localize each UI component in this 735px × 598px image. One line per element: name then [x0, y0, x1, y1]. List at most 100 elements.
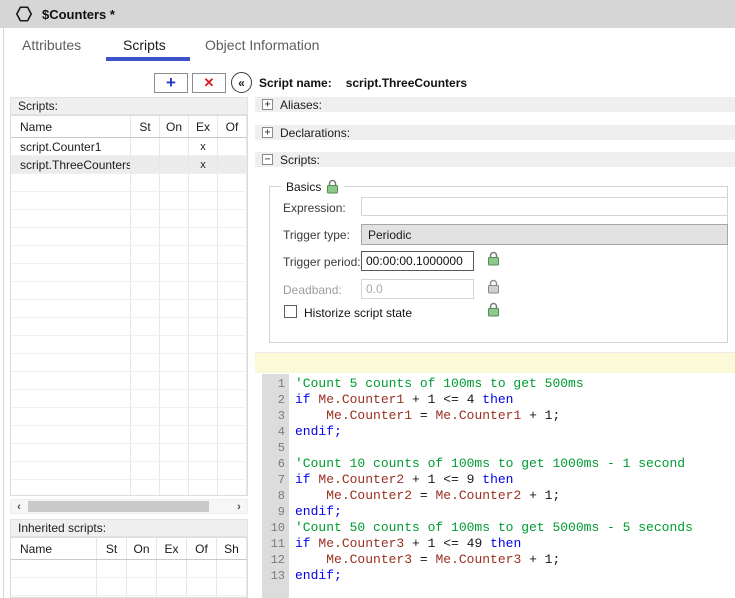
scrollbar-thumb[interactable]	[28, 501, 209, 512]
code-line[interactable]: endif;	[295, 568, 735, 584]
inherited-table-body	[11, 560, 247, 598]
script-row-empty[interactable]	[11, 228, 247, 246]
code-token	[295, 488, 326, 503]
line-number: 3	[262, 408, 285, 424]
code-line[interactable]: Me.Counter1 = Me.Counter1 + 1;	[295, 408, 735, 424]
column-header-name[interactable]: Name	[11, 116, 131, 137]
script-cell	[218, 210, 247, 227]
script-row-empty[interactable]	[11, 462, 247, 480]
code-token: then	[482, 472, 513, 487]
deadband-input[interactable]	[361, 279, 474, 299]
code-line[interactable]: if Me.Counter1 + 1 <= 4 then	[295, 392, 735, 408]
code-line[interactable]: if Me.Counter2 + 1 <= 9 then	[295, 472, 735, 488]
code-token: if	[295, 392, 311, 407]
script-cell	[189, 264, 218, 281]
column-header-st[interactable]: St	[97, 538, 127, 559]
code-line[interactable]: 'Count 50 counts of 100ms to get 5000ms …	[295, 520, 735, 536]
delete-script-button[interactable]: ✕	[192, 73, 226, 93]
line-number: 2	[262, 392, 285, 408]
script-row-empty[interactable]	[11, 408, 247, 426]
script-row[interactable]: script.Counter1x	[11, 138, 247, 156]
tab-scripts[interactable]: Scripts	[123, 37, 166, 53]
inherited-row-empty[interactable]	[11, 560, 247, 578]
inherited-cell	[97, 560, 127, 577]
code-token: + 1 <= 4	[404, 392, 482, 407]
expand-icon[interactable]: +	[262, 127, 273, 138]
historize-label: Historize script state	[304, 306, 412, 320]
script-row-empty[interactable]	[11, 174, 247, 192]
collapse-icon[interactable]: −	[262, 154, 273, 165]
script-row-empty[interactable]	[11, 246, 247, 264]
section-declarations[interactable]: + Declarations:	[255, 125, 735, 140]
script-cell	[131, 480, 160, 496]
code-line[interactable]: Me.Counter2 = Me.Counter2 + 1;	[295, 488, 735, 504]
script-cell	[11, 372, 131, 389]
column-header-sh[interactable]: Sh	[217, 538, 247, 559]
script-cell	[11, 480, 131, 496]
column-header-of[interactable]: Of	[218, 116, 247, 137]
inherited-row-empty[interactable]	[11, 578, 247, 596]
script-row-empty[interactable]	[11, 336, 247, 354]
column-header-of[interactable]: Of	[187, 538, 217, 559]
script-cell	[160, 264, 189, 281]
script-cell	[189, 336, 218, 353]
column-header-on[interactable]: On	[127, 538, 157, 559]
historize-checkbox[interactable]	[284, 305, 297, 318]
script-cell	[11, 300, 131, 317]
horizontal-scrollbar[interactable]: ‹ ›	[10, 499, 248, 514]
lock-icon[interactable]	[487, 302, 500, 317]
section-scripts[interactable]: − Scripts:	[255, 152, 735, 167]
script-cell	[218, 156, 247, 173]
script-row-empty[interactable]	[11, 354, 247, 372]
code-line[interactable]	[295, 440, 735, 456]
code-token: Me.Counter3	[435, 552, 521, 567]
code-line[interactable]: Me.Counter3 = Me.Counter3 + 1;	[295, 552, 735, 568]
trigger-period-input[interactable]	[361, 251, 474, 271]
expand-icon[interactable]: +	[262, 99, 273, 110]
script-row-empty[interactable]	[11, 390, 247, 408]
scroll-left-arrow-icon[interactable]: ‹	[12, 500, 26, 513]
expression-input[interactable]	[361, 197, 728, 216]
column-header-name[interactable]: Name	[11, 538, 97, 559]
column-header-on[interactable]: On	[160, 116, 189, 137]
column-header-ex[interactable]: Ex	[189, 116, 218, 137]
code-line[interactable]: endif;	[295, 504, 735, 520]
script-row-empty[interactable]	[11, 444, 247, 462]
code-line[interactable]: 'Count 5 counts of 100ms to get 500ms	[295, 376, 735, 392]
scroll-right-arrow-icon[interactable]: ›	[232, 500, 246, 513]
script-row-empty[interactable]	[11, 372, 247, 390]
script-row-empty[interactable]	[11, 480, 247, 496]
script-row-empty[interactable]	[11, 282, 247, 300]
code-editor[interactable]: 'Count 5 counts of 100ms to get 500msif …	[289, 374, 735, 598]
code-token: endif;	[295, 424, 342, 439]
code-line[interactable]: endif;	[295, 424, 735, 440]
tab-object-information[interactable]: Object Information	[205, 37, 319, 53]
line-number: 7	[262, 472, 285, 488]
script-cell	[131, 156, 160, 173]
script-row-empty[interactable]	[11, 192, 247, 210]
script-cell	[218, 372, 247, 389]
scripts-table: Name St On Ex Of script.Counter1xscript.…	[10, 115, 248, 496]
collapse-panel-button[interactable]: «	[231, 72, 252, 93]
script-row-empty[interactable]	[11, 426, 247, 444]
column-header-st[interactable]: St	[131, 116, 160, 137]
tab-attributes[interactable]: Attributes	[22, 37, 81, 53]
script-row-empty[interactable]	[11, 264, 247, 282]
add-script-button[interactable]: +	[154, 73, 188, 93]
trigger-type-label: Trigger type:	[283, 228, 350, 242]
script-row-empty[interactable]	[11, 318, 247, 336]
code-line[interactable]: if Me.Counter3 + 1 <= 49 then	[295, 536, 735, 552]
script-row[interactable]: script.ThreeCountersx	[11, 156, 247, 174]
script-row-empty[interactable]	[11, 300, 247, 318]
lock-icon[interactable]	[487, 251, 500, 266]
trigger-type-select[interactable]: Periodic	[361, 224, 728, 245]
section-aliases[interactable]: + Aliases:	[255, 97, 735, 112]
hexagon-object-icon	[15, 5, 33, 23]
script-cell	[160, 408, 189, 425]
code-line[interactable]: 'Count 10 counts of 100ms to get 1000ms …	[295, 456, 735, 472]
script-cell	[131, 390, 160, 407]
editor-highlight-strip	[255, 352, 735, 373]
script-cell	[131, 444, 160, 461]
column-header-ex[interactable]: Ex	[157, 538, 187, 559]
script-row-empty[interactable]	[11, 210, 247, 228]
